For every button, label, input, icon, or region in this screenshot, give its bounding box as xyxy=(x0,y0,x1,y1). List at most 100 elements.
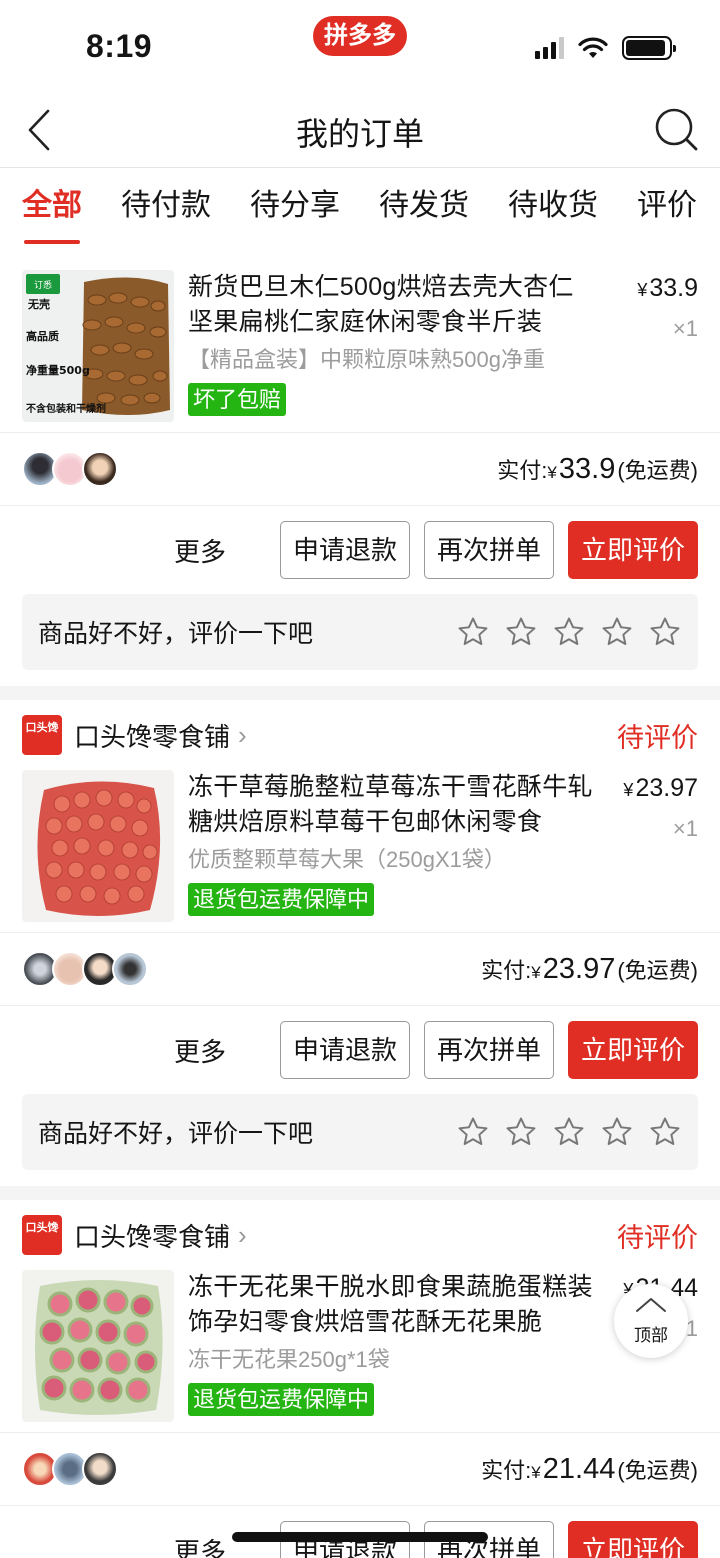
review-prompt: 商品好不好，评价一下吧 xyxy=(38,620,314,648)
star-rating xyxy=(456,1115,682,1149)
paid-value: 21.44 xyxy=(542,1452,616,1485)
shop-row[interactable] xyxy=(0,244,720,270)
tab-pending-receipt[interactable]: 待收货 xyxy=(508,168,598,244)
star-icon[interactable] xyxy=(504,1115,538,1149)
wifi-icon xyxy=(578,37,608,58)
back-to-top-label: 顶部 xyxy=(634,1326,668,1345)
paid-label: 实付: xyxy=(497,457,548,483)
tab-pending-share[interactable]: 待分享 xyxy=(250,168,340,244)
product-price-value: 23.97 xyxy=(635,774,698,802)
image-label-packaging: 不含包装和干燥剂 xyxy=(26,402,106,415)
order-summary: 实付: ¥ 33.9 (免运费) xyxy=(0,432,720,506)
image-brand-label: 订悉 xyxy=(34,279,52,291)
tab-review[interactable]: 评价 xyxy=(637,168,697,244)
review-prompt: 商品好不好，评价一下吧 xyxy=(38,1120,314,1148)
status-bar: 8:19 拼多多 xyxy=(0,0,720,95)
product-spec: 【精品盒装】中颗粒原味熟500g净重 xyxy=(188,347,545,372)
more-button[interactable]: 更多 xyxy=(174,1032,226,1069)
order-card: 口头馋 口头馋零食铺 › 待评价 xyxy=(0,700,720,1170)
product-title[interactable]: 冻干草莓脆整粒草莓冻干雪花酥牛轧糖烘焙原料草莓干包邮休闲零食 xyxy=(188,770,598,840)
product-price: ¥33.9 xyxy=(637,274,698,303)
currency-symbol: ¥ xyxy=(547,462,557,482)
product-price-value: 33.9 xyxy=(649,274,698,302)
order-tabs: 全部 待付款 待分享 待发货 待收货 评价 xyxy=(0,168,720,244)
order-status: 待评价 xyxy=(617,1222,698,1253)
product-image-strawberry[interactable] xyxy=(22,770,174,922)
product-image-almonds[interactable]: 订悉 无壳 高品质 净重量500g 不含包装和干燥剂 xyxy=(22,270,174,422)
cellular-signal-icon xyxy=(535,37,564,59)
group-avatars xyxy=(22,451,118,487)
goods-row[interactable]: 冻干无花果干脱水即食果蔬脆蛋糕装饰孕妇零食烘焙雪花酥无花果脆 冻干无花果250g… xyxy=(0,1270,720,1426)
search-icon[interactable] xyxy=(654,105,700,155)
star-icon[interactable] xyxy=(456,1115,490,1149)
paid-value: 33.9 xyxy=(558,452,616,485)
review-now-button[interactable]: 立即评价 xyxy=(567,1021,698,1079)
star-icon[interactable] xyxy=(600,615,634,649)
product-spec: 冻干无花果250g*1袋 xyxy=(188,1347,390,1372)
product-image-fig[interactable] xyxy=(22,1270,174,1422)
shipping-note: (免运费) xyxy=(617,957,698,983)
status-time: 8:19 xyxy=(86,28,153,64)
product-price: ¥23.97 xyxy=(623,774,698,803)
star-icon[interactable] xyxy=(504,615,538,649)
star-icon[interactable] xyxy=(600,1115,634,1149)
star-icon[interactable] xyxy=(552,1115,586,1149)
battery-level xyxy=(626,40,665,56)
product-spec: 优质整颗草莓大果（250gX1袋） xyxy=(188,847,506,872)
goods-row[interactable]: 订悉 无壳 高品质 净重量500g 不含包装和干燥剂 新货巴旦木仁500g烘焙去… xyxy=(0,270,720,426)
tab-pending-shipment[interactable]: 待发货 xyxy=(379,168,469,244)
shop-row[interactable]: 口头馋 口头馋零食铺 › 待评价 xyxy=(0,700,720,770)
more-button[interactable]: 更多 xyxy=(174,532,226,569)
product-title[interactable]: 冻干无花果干脱水即食果蔬脆蛋糕装饰孕妇零食烘焙雪花酥无花果脆 xyxy=(188,1270,598,1340)
star-icon[interactable] xyxy=(648,1115,682,1149)
quick-review: 商品好不好，评价一下吧 xyxy=(22,594,698,670)
group-avatars xyxy=(22,1451,118,1487)
image-label-weight: 净重量500g xyxy=(26,363,90,377)
avatar xyxy=(112,951,148,987)
service-tag: 坏了包赔 xyxy=(188,383,287,416)
product-quantity: ×1 xyxy=(672,316,698,341)
chevron-up-icon xyxy=(636,1298,666,1312)
shop-logo: 口头馋 xyxy=(22,1215,62,1255)
order-status: 待评价 xyxy=(617,722,698,753)
shop-logo-text: 口头馋 xyxy=(25,722,59,734)
shop-name[interactable]: 口头馋零食铺 xyxy=(74,1217,230,1254)
avatar xyxy=(82,1451,118,1487)
star-icon[interactable] xyxy=(552,615,586,649)
reorder-button[interactable]: 再次拼单 xyxy=(423,1021,554,1079)
order-divider xyxy=(0,1186,720,1200)
paid-label: 实付: xyxy=(481,1457,532,1483)
nav-bar: 我的订单 xyxy=(0,95,720,168)
shipping-note: (免运费) xyxy=(617,1457,698,1483)
star-icon[interactable] xyxy=(456,615,490,649)
order-actions: 更多 申请退款 再次拼单 立即评价 xyxy=(0,1006,720,1094)
order-divider xyxy=(0,686,720,700)
paid-amount: 实付: ¥ 21.44 (免运费) xyxy=(481,1453,698,1486)
review-now-button[interactable]: 立即评价 xyxy=(567,1521,698,1558)
order-list[interactable]: 订悉 无壳 高品质 净重量500g 不含包装和干燥剂 新货巴旦木仁500g烘焙去… xyxy=(0,244,720,1558)
tab-all[interactable]: 全部 xyxy=(22,168,82,244)
image-label-shell-free: 无壳 xyxy=(27,297,50,311)
home-indicator[interactable] xyxy=(232,1532,488,1542)
review-now-button[interactable]: 立即评价 xyxy=(567,521,698,579)
star-icon[interactable] xyxy=(648,615,682,649)
more-button[interactable]: 更多 xyxy=(174,1532,226,1558)
reorder-button[interactable]: 再次拼单 xyxy=(423,521,554,579)
image-label-quality: 高品质 xyxy=(26,329,59,343)
avatar xyxy=(82,451,118,487)
refund-button[interactable]: 申请退款 xyxy=(279,521,410,579)
order-card: 口头馋 口头馋零食铺 › 待评价 xyxy=(0,1200,720,1558)
shop-logo: 口头馋 xyxy=(22,715,62,755)
product-title[interactable]: 新货巴旦木仁500g烘焙去壳大杏仁坚果扁桃仁家庭休闲零食半斤装 xyxy=(188,270,598,340)
app-logo: 拼多多 xyxy=(313,16,407,56)
order-actions: 更多 申请退款 再次拼单 立即评价 xyxy=(0,506,720,594)
back-to-top-button[interactable]: 顶部 xyxy=(614,1284,688,1358)
chevron-right-icon: › xyxy=(238,719,247,750)
tab-pending-payment[interactable]: 待付款 xyxy=(121,168,211,244)
shop-row[interactable]: 口头馋 口头馋零食铺 › 待评价 xyxy=(0,1200,720,1270)
page-title: 我的订单 xyxy=(295,116,424,152)
refund-button[interactable]: 申请退款 xyxy=(279,1021,410,1079)
currency-symbol: ¥ xyxy=(531,962,541,982)
goods-row[interactable]: 冻干草莓脆整粒草莓冻干雪花酥牛轧糖烘焙原料草莓干包邮休闲零食 优质整颗草莓大果（… xyxy=(0,770,720,926)
shop-name[interactable]: 口头馋零食铺 xyxy=(74,717,230,754)
